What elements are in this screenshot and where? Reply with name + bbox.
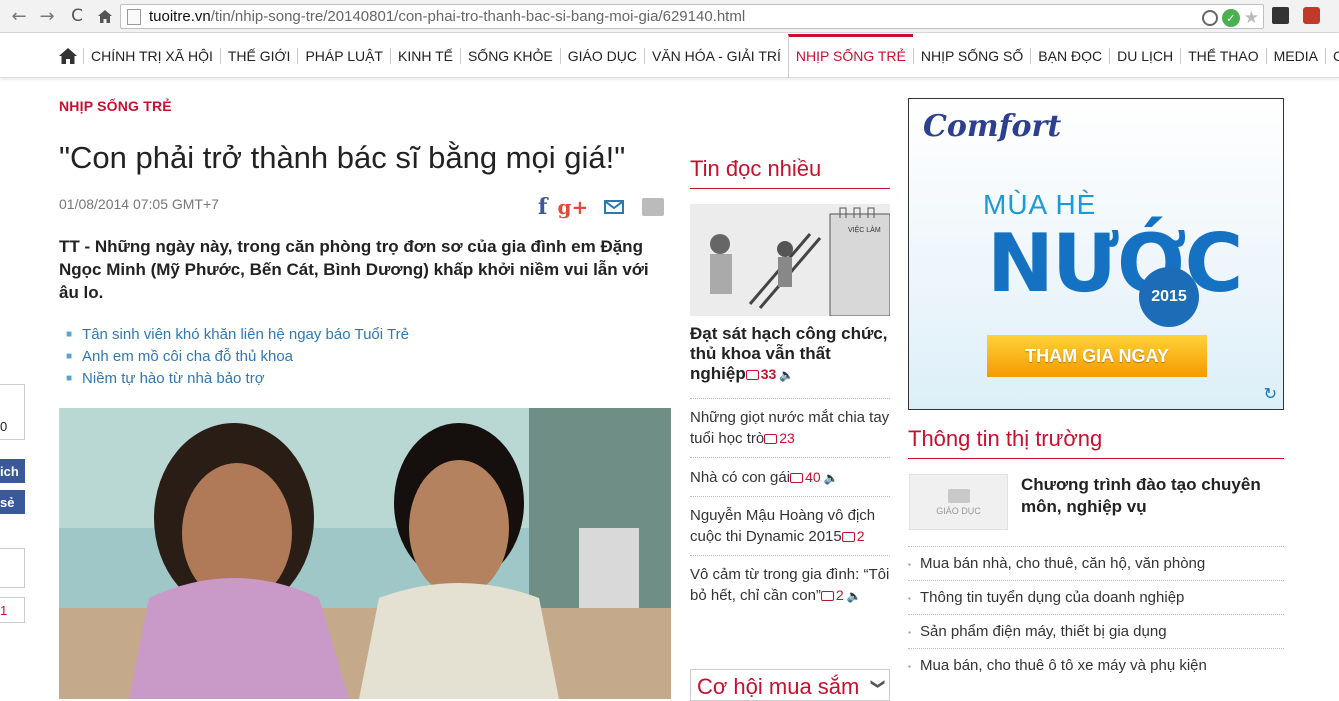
most-read-thumbnail[interactable]: VIỆC LÀM bbox=[690, 204, 890, 316]
article-date: 01/08/2014 07:05 GMT+7 bbox=[59, 196, 219, 212]
address-bar[interactable]: tuoitre.vn/tin/nhip-song-tre/20140801/co… bbox=[120, 4, 1264, 29]
advertisement-banner[interactable]: Comfort MÙA HÈ NƯỚC 2015 THAM GIA NGAY ↻ bbox=[908, 98, 1284, 410]
related-links: ■ Tân sinh viên khó khăn liên hệ ngay báo… bbox=[66, 324, 409, 390]
comment-icon bbox=[764, 434, 778, 444]
home-icon[interactable] bbox=[94, 5, 116, 27]
facebook-like-button[interactable]: ich bbox=[0, 459, 25, 483]
ad-brand-logo: Comfort bbox=[923, 109, 1062, 144]
comment-count[interactable]: 23 bbox=[764, 430, 795, 446]
nav-menu: CHÍNH TRỊ XÃ HỘI THẾ GIỚI PHÁP LUẬT KINH TẾ… bbox=[83, 33, 1339, 78]
article-photo bbox=[59, 408, 671, 699]
nav-item[interactable]: NHỊP SỐNG SỐ bbox=[912, 48, 1030, 64]
audio-icon[interactable]: 🔈 bbox=[779, 365, 794, 385]
comment-count-box[interactable]: 1 bbox=[0, 597, 25, 623]
nav-item[interactable]: BẠN ĐỌC bbox=[1030, 48, 1109, 64]
market-list: Mua bán nhà, cho thuê, căn hộ, văn phòng… bbox=[908, 546, 1284, 682]
browser-toolbar: ← → C tuoitre.vn/tin/nhip-song-tre/20140… bbox=[0, 0, 1339, 33]
comment-count[interactable]: 2 bbox=[841, 528, 865, 544]
related-link[interactable]: ■ Niềm tự hào từ nhà bảo trợ bbox=[66, 368, 409, 390]
share-count: 0 bbox=[0, 419, 8, 434]
nav-item[interactable]: SỐNG KHỎE bbox=[459, 48, 560, 64]
page-icon bbox=[127, 8, 141, 25]
market-item[interactable]: Thông tin tuyển dụng của doanh nghiệp bbox=[908, 580, 1284, 614]
market-thumbnail[interactable]: GIÁO DỤC bbox=[909, 474, 1008, 530]
url-host: tuoitre.vn bbox=[149, 8, 211, 25]
bullet-icon: ■ bbox=[66, 351, 73, 362]
comment-icon bbox=[841, 532, 855, 542]
article-title: "Con phải trở thành bác sĩ bằng mọi giá!… bbox=[59, 140, 626, 175]
market-heading: Thông tin thị trường bbox=[908, 426, 1284, 459]
extension-icon[interactable]: ✓ bbox=[1221, 9, 1240, 27]
zoom-icon[interactable] bbox=[1201, 10, 1218, 26]
most-read-item[interactable]: Nhà có con gái 40 🔈 bbox=[690, 457, 890, 496]
ad-headline-2: NƯỚC bbox=[987, 217, 1243, 310]
replay-icon[interactable]: ↻ bbox=[1264, 384, 1277, 403]
comment-icon bbox=[820, 591, 834, 601]
nav-item[interactable]: MEDIA bbox=[1265, 48, 1325, 64]
nav-item[interactable]: THỂ THAO bbox=[1180, 48, 1266, 64]
nav-item[interactable]: PHÁP LUẬT bbox=[297, 48, 390, 64]
bullet-icon: ■ bbox=[66, 373, 73, 384]
cartoon-sign-text: VIỆC LÀM bbox=[848, 225, 881, 234]
audio-icon[interactable]: 🔈 bbox=[847, 586, 862, 606]
nav-item[interactable]: NHỊP SỐNG TRẺ bbox=[787, 33, 913, 78]
most-read-item-text: Nhà có con gái bbox=[690, 469, 791, 486]
reload-icon[interactable]: C bbox=[66, 5, 88, 27]
nav-item[interactable]: THẾ GIỚI bbox=[219, 48, 298, 64]
ad-year-badge: 2015 bbox=[1139, 267, 1199, 327]
most-read-item[interactable]: Nguyễn Mậu Hoàng vô địch cuộc thi Dynami… bbox=[690, 496, 890, 555]
market-item[interactable]: Mua bán, cho thuê ô tô xe máy và phụ kiệ… bbox=[908, 648, 1284, 682]
nav-item[interactable]: CẦN BIẾT bbox=[1324, 48, 1339, 64]
nav-item[interactable]: VĂN HÓA - GIẢI TRÍ bbox=[644, 48, 788, 64]
email-icon[interactable] bbox=[604, 200, 625, 214]
gplus-box[interactable] bbox=[0, 548, 25, 588]
nav-item[interactable]: KINH TẾ bbox=[389, 48, 460, 64]
forward-arrow-icon[interactable]: → bbox=[36, 5, 58, 27]
site-navigation: CHÍNH TRỊ XÃ HỘI THẾ GIỚI PHÁP LUẬT KINH TẾ… bbox=[0, 33, 1339, 78]
facebook-icon[interactable]: f bbox=[538, 194, 547, 220]
related-link-text: Anh em mồ côi cha đỗ thủ khoa bbox=[82, 348, 294, 365]
comment-count[interactable]: 40 bbox=[790, 469, 821, 485]
thumbnail-label: GIÁO DỤC bbox=[936, 505, 981, 516]
article-lead: TT - Những ngày này, trong căn phòng trọ… bbox=[59, 237, 649, 302]
related-link[interactable]: ■ Anh em mồ côi cha đỗ thủ khoa bbox=[66, 346, 409, 368]
market-featured-link[interactable]: Chương trình đào tạo chuyên môn, nghiệp … bbox=[1021, 474, 1283, 518]
audio-icon[interactable]: 🔈 bbox=[824, 468, 839, 488]
most-read-featured[interactable]: Đạt sát hạch công chức, thủ khoa vẫn thấ… bbox=[690, 324, 890, 385]
nav-item[interactable]: GIÁO DỤC bbox=[559, 48, 644, 64]
most-read-heading: Tin đọc nhiều bbox=[690, 156, 890, 189]
related-link[interactable]: ■ Tân sinh viên khó khăn liên hệ ngay báo… bbox=[66, 324, 409, 346]
extension-dark-icon[interactable] bbox=[1272, 7, 1289, 24]
related-link-text: Tân sinh viên khó khăn liên hệ ngay báo … bbox=[82, 326, 409, 343]
shopping-widget[interactable]: Cơ hội mua sắm ❯ bbox=[690, 669, 890, 701]
nav-item[interactable]: DU LỊCH bbox=[1109, 48, 1180, 64]
article-category[interactable]: NHỊP SỐNG TRẺ bbox=[59, 98, 172, 114]
related-link-text: Niềm tự hào từ nhà bảo trợ bbox=[82, 370, 265, 387]
comment-count[interactable]: 2 bbox=[820, 587, 844, 603]
facebook-share-button[interactable]: sẻ bbox=[0, 490, 25, 514]
most-read-item[interactable]: Những giọt nước mắt chia tay tuổi học tr… bbox=[690, 398, 890, 457]
nav-item[interactable]: CHÍNH TRỊ XÃ HỘI bbox=[83, 48, 220, 64]
graduation-cap-icon bbox=[947, 488, 970, 503]
ad-cta-button[interactable]: THAM GIA NGAY bbox=[987, 335, 1207, 377]
most-read-item[interactable]: Vô cảm từ trong gia đình: “Tôi bỏ hết, c… bbox=[690, 555, 890, 614]
market-item[interactable]: Mua bán nhà, cho thuê, căn hộ, văn phòng bbox=[908, 546, 1284, 580]
share-count-box: 0 bbox=[0, 384, 25, 440]
most-read-list: Những giọt nước mắt chia tay tuổi học tr… bbox=[690, 398, 890, 614]
back-arrow-icon[interactable]: ← bbox=[8, 5, 30, 27]
site-home-icon[interactable] bbox=[58, 47, 78, 65]
shopping-heading: Cơ hội mua sắm bbox=[697, 674, 860, 699]
url-path: /tin/nhip-song-tre/20140801/con-phai-tro… bbox=[210, 8, 746, 25]
google-plus-icon[interactable]: g+ bbox=[557, 195, 588, 219]
comment-icon bbox=[745, 370, 759, 380]
extension-red-icon[interactable] bbox=[1303, 7, 1320, 24]
share-icons: f g+ bbox=[538, 194, 665, 220]
chevron-down-icon[interactable]: ❯ bbox=[870, 678, 886, 690]
comment-icon bbox=[790, 473, 804, 483]
print-icon[interactable] bbox=[642, 198, 665, 216]
market-item[interactable]: Sản phẩm điện máy, thiết bị gia dụng bbox=[908, 614, 1284, 648]
bullet-icon: ■ bbox=[66, 329, 73, 340]
bookmark-star-icon[interactable]: ★ bbox=[1244, 8, 1259, 28]
